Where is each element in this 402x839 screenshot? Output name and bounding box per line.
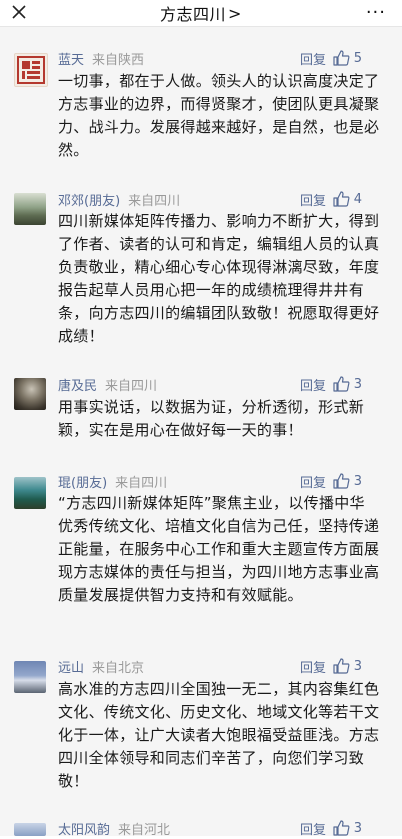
comment-location: 来自四川 <box>115 475 168 491</box>
commenter-name[interactable]: 琨(朋友) <box>58 472 107 491</box>
like-count: 3 <box>353 820 362 836</box>
like-button[interactable]: 4 <box>333 191 362 207</box>
comment-header: 唐及民 来自四川 回复 3 <box>58 373 382 395</box>
reply-button[interactable]: 回复 <box>300 657 326 676</box>
avatar[interactable] <box>14 823 46 836</box>
like-count: 5 <box>353 50 362 66</box>
commenter-name[interactable]: 蓝天 <box>58 49 84 68</box>
seal-avatar-image <box>17 56 45 84</box>
like-button[interactable]: 3 <box>333 473 362 489</box>
commenter-name[interactable]: 邓郊(朋友) <box>58 190 120 209</box>
reply-button[interactable]: 回复 <box>300 190 326 209</box>
comment-location: 来自北京 <box>92 660 145 676</box>
avatar[interactable] <box>14 193 46 225</box>
commenter-name[interactable]: 唐及民 <box>58 375 97 394</box>
comment-header: 邓郊(朋友) 来自四川 回复 4 <box>58 188 382 210</box>
close-icon <box>12 5 26 19</box>
comment-header: 远山 来自北京 回复 3 <box>58 655 382 677</box>
comment-header: 太阳风韵 来自河北 回复 3 <box>58 817 382 839</box>
thumbs-up-icon <box>333 376 350 392</box>
thumbs-up-icon <box>333 50 350 66</box>
comment-header: 琨(朋友) 来自四川 回复 3 <box>58 470 382 492</box>
commenter-name[interactable]: 远山 <box>58 657 84 676</box>
page-title-link[interactable]: 方志四川 > <box>160 1 242 25</box>
like-count: 3 <box>353 473 362 489</box>
thumbs-up-icon <box>333 820 350 836</box>
reply-button[interactable]: 回复 <box>300 375 326 394</box>
like-count: 3 <box>353 376 362 392</box>
like-button[interactable]: 3 <box>333 658 362 674</box>
like-count: 4 <box>353 191 362 207</box>
like-count: 3 <box>353 658 362 674</box>
comment-location: 来自陕西 <box>92 52 145 68</box>
comment-location: 来自四川 <box>105 378 158 394</box>
comment-text: 用事实说话，以数据为证，分析透彻，形式新颖，实在是用心在做好每一天的事！ <box>58 398 365 439</box>
more-button[interactable]: ··· <box>366 2 386 23</box>
thumbs-up-icon <box>333 473 350 489</box>
comment-text: 一切事，都在于人做。领头人的认识高度决定了方志事业的边界，而得贤聚才，使团队更具… <box>58 72 380 159</box>
thumbs-up-icon <box>333 658 350 674</box>
chevron-right-icon: > <box>228 3 242 23</box>
page-title: 方志四川 <box>160 5 227 24</box>
reply-button[interactable]: 回复 <box>300 49 326 68</box>
like-button[interactable]: 3 <box>333 376 362 392</box>
thumbs-up-icon <box>333 191 350 207</box>
comment-location: 来自四川 <box>128 193 181 209</box>
avatar[interactable] <box>14 53 48 87</box>
avatar[interactable] <box>14 661 46 693</box>
close-button[interactable] <box>8 1 30 23</box>
comment-text: “方志四川新媒体矩阵”聚焦主业，以传播中华优秀传统文化、培植文化自信为己任，坚持… <box>58 494 380 604</box>
avatar[interactable] <box>14 477 46 509</box>
reply-button[interactable]: 回复 <box>300 472 326 491</box>
avatar[interactable] <box>14 378 46 410</box>
like-button[interactable]: 3 <box>333 820 362 836</box>
like-button[interactable]: 5 <box>333 50 362 66</box>
top-bar: 方志四川 > ··· <box>0 0 402 26</box>
comment-list[interactable]: 蓝天 来自陕西 回复 5 一切事，都在于人做。领头人的认识高度决定了方志事业的边… <box>0 26 402 839</box>
comment-text: 高水准的方志四川全国独一无二，其内容集红色文化、传统文化、历史文化、地域文化等若… <box>58 680 380 790</box>
comment-header: 蓝天 来自陕西 回复 5 <box>58 47 382 69</box>
comment-text: 四川新媒体矩阵传播力、影响力不断扩大，得到了作者、读者的认可和肯定，编辑组人员的… <box>58 212 380 345</box>
